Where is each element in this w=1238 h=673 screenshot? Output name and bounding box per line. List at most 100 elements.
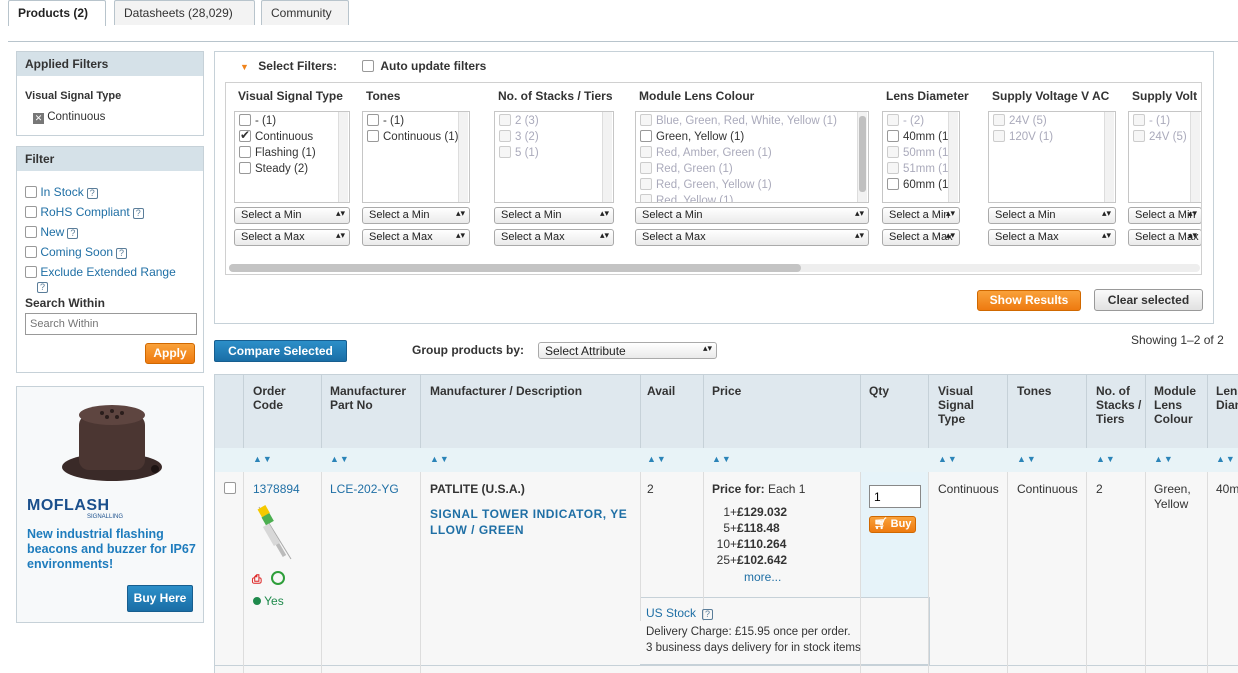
sort-arrows-icon[interactable]: ▲▼ (1017, 454, 1037, 464)
filter-listbox-item[interactable]: 120V (1) (989, 130, 1115, 146)
select-min-dropdown[interactable]: Select a Min ▴▾ (635, 207, 869, 224)
filter-listbox[interactable]: - (1) Continuous (1) (362, 111, 470, 203)
auto-update-toggle[interactable]: Auto update filters (362, 59, 486, 73)
filter-item-checkbox[interactable] (887, 178, 899, 190)
filter-option-new[interactable]: New? (25, 222, 200, 242)
sort-arrows-icon[interactable]: ▲▼ (330, 454, 350, 464)
compare-selected-button[interactable]: Compare Selected (214, 340, 347, 362)
select-min-dropdown[interactable]: Select a Min ▴▾ (362, 207, 470, 224)
sort-arrows-icon[interactable]: ▲▼ (430, 454, 450, 464)
row-select-checkbox[interactable] (224, 482, 236, 494)
help-icon[interactable]: ? (86, 188, 98, 199)
exclude-extended-checkbox[interactable] (25, 266, 37, 278)
filter-item-checkbox[interactable] (640, 194, 652, 202)
order-code-link[interactable]: 1378894 (253, 482, 300, 496)
select-min-dropdown[interactable]: Select a Min ▴▾ (1128, 207, 1201, 224)
select-max-dropdown[interactable]: Select a Max ▴▾ (362, 229, 470, 246)
filter-listbox[interactable]: - (2) 40mm (1) 50mm (1) 51mm (1) 60mm (1) (882, 111, 960, 203)
filter-item-checkbox[interactable] (367, 130, 379, 142)
filter-item-checkbox[interactable] (499, 130, 511, 142)
auto-update-checkbox[interactable] (362, 60, 374, 72)
help-icon[interactable]: ? (116, 248, 128, 259)
help-icon[interactable]: ? (37, 282, 48, 293)
filter-item-checkbox[interactable] (239, 146, 251, 158)
filter-listbox-item[interactable]: Red, Green (1) (636, 162, 868, 178)
filter-listbox[interactable]: 24V (5) 120V (1) (988, 111, 1116, 203)
applied-filter-value[interactable]: ✕ Continuous (33, 111, 105, 124)
scrollbar-thumb[interactable] (229, 264, 801, 272)
filter-listbox-item[interactable]: Continuous (1) (363, 130, 469, 146)
select-max-dropdown[interactable]: Select a Max ▴▾ (234, 229, 350, 246)
remove-filter-icon[interactable]: ✕ (33, 113, 44, 124)
filter-item-checkbox[interactable] (993, 130, 1005, 142)
listbox-scrollbar[interactable] (458, 112, 468, 202)
filter-item-checkbox[interactable] (367, 114, 379, 126)
select-max-dropdown[interactable]: Select a Max ▴▾ (635, 229, 869, 246)
select-min-dropdown[interactable]: Select a Min ▴▾ (882, 207, 960, 224)
filter-listbox-item[interactable]: 3 (2) (495, 130, 613, 146)
listbox-scrollbar[interactable] (1190, 112, 1200, 202)
new-checkbox[interactable] (25, 226, 37, 238)
select-min-dropdown[interactable]: Select a Min ▴▾ (988, 207, 1116, 224)
sort-arrows-icon[interactable]: ▲▼ (1216, 454, 1236, 464)
sort-arrows-icon[interactable]: ▲▼ (1154, 454, 1174, 464)
show-results-button[interactable]: Show Results (977, 290, 1081, 311)
filter-listbox-item[interactable]: 5 (1) (495, 146, 613, 162)
filter-listbox-item[interactable]: Red, Yellow (1) (636, 194, 868, 202)
listbox-scrollbar[interactable] (857, 112, 867, 202)
help-icon[interactable]: ? (132, 208, 144, 219)
filter-listbox-item[interactable]: Steady (2) (235, 162, 349, 178)
filter-listbox-item[interactable]: - (1) (235, 114, 349, 130)
filter-item-checkbox[interactable] (239, 128, 251, 142)
help-icon[interactable]: ? (67, 228, 79, 239)
filter-item-checkbox[interactable] (640, 114, 652, 126)
qty-input[interactable] (869, 485, 921, 508)
buy-button[interactable]: 🛒︎ Buy (869, 516, 916, 533)
filter-listbox-item[interactable]: - (1) (363, 114, 469, 130)
filter-item-checkbox[interactable] (239, 114, 251, 126)
filter-listbox[interactable]: Blue, Green, Red, White, Yellow (1) Green… (635, 111, 869, 203)
filter-listbox-item[interactable]: Red, Amber, Green (1) (636, 146, 868, 162)
listbox-scrollbar[interactable] (948, 112, 958, 202)
filter-listbox-item[interactable]: 24V (5) (989, 114, 1115, 130)
filter-item-checkbox[interactable] (239, 162, 251, 174)
filter-option-rohs[interactable]: RoHS Compliant? (25, 202, 200, 222)
clear-selected-button[interactable]: Clear selected (1094, 289, 1203, 311)
search-within-input[interactable] (25, 313, 197, 335)
coming-soon-checkbox[interactable] (25, 246, 37, 258)
sort-arrows-icon[interactable]: ▲▼ (938, 454, 958, 464)
horizontal-scrollbar[interactable] (229, 264, 1200, 272)
group-by-select[interactable]: Select Attribute ▴▾ (538, 342, 717, 359)
scrollbar-thumb[interactable] (859, 116, 866, 192)
filter-option-coming-soon[interactable]: Coming Soon? (25, 242, 200, 262)
filter-item-checkbox[interactable] (887, 146, 899, 158)
tab-community[interactable]: Community (261, 0, 349, 25)
help-icon[interactable]: ? (702, 609, 714, 620)
filter-listbox[interactable]: 2 (3) 3 (2) 5 (1) (494, 111, 614, 203)
us-stock[interactable]: US Stock? (646, 606, 714, 620)
filter-item-checkbox[interactable] (640, 178, 652, 190)
filter-item-checkbox[interactable] (640, 162, 652, 174)
listbox-scrollbar[interactable] (1104, 112, 1114, 202)
filter-item-checkbox[interactable] (887, 162, 899, 174)
filter-listbox-item[interactable]: Green, Yellow (1) (636, 130, 868, 146)
select-max-dropdown[interactable]: Select a Max ▴▾ (882, 229, 960, 246)
sort-arrows-icon[interactable]: ▲▼ (253, 454, 273, 464)
pdf-icon[interactable]: ⎙ (252, 572, 262, 587)
filter-listbox[interactable]: - (1) 24V (5) (1128, 111, 1201, 203)
select-max-dropdown[interactable]: Select a Max ▴▾ (988, 229, 1116, 246)
filter-option-in-stock[interactable]: In Stock? (25, 182, 200, 202)
listbox-scrollbar[interactable] (338, 112, 348, 202)
description-link[interactable]: SIGNAL TOWER INDICATOR, YELLOW / GREEN (430, 506, 630, 538)
more-prices-link[interactable]: more... (744, 570, 781, 584)
sort-arrows-icon[interactable]: ▲▼ (647, 454, 667, 464)
apply-button[interactable]: Apply (145, 343, 195, 364)
tab-datasheets[interactable]: Datasheets (28,029) (114, 0, 255, 25)
filter-item-checkbox[interactable] (993, 114, 1005, 126)
select-filters-header[interactable]: ▼ Select Filters: (240, 59, 337, 73)
filter-item-checkbox[interactable] (1133, 114, 1145, 126)
in-stock-checkbox[interactable] (25, 186, 37, 198)
select-min-dropdown[interactable]: Select a Min ▴▾ (234, 207, 350, 224)
filter-listbox-item[interactable]: 2 (3) (495, 114, 613, 130)
filter-item-checkbox[interactable] (640, 130, 652, 142)
